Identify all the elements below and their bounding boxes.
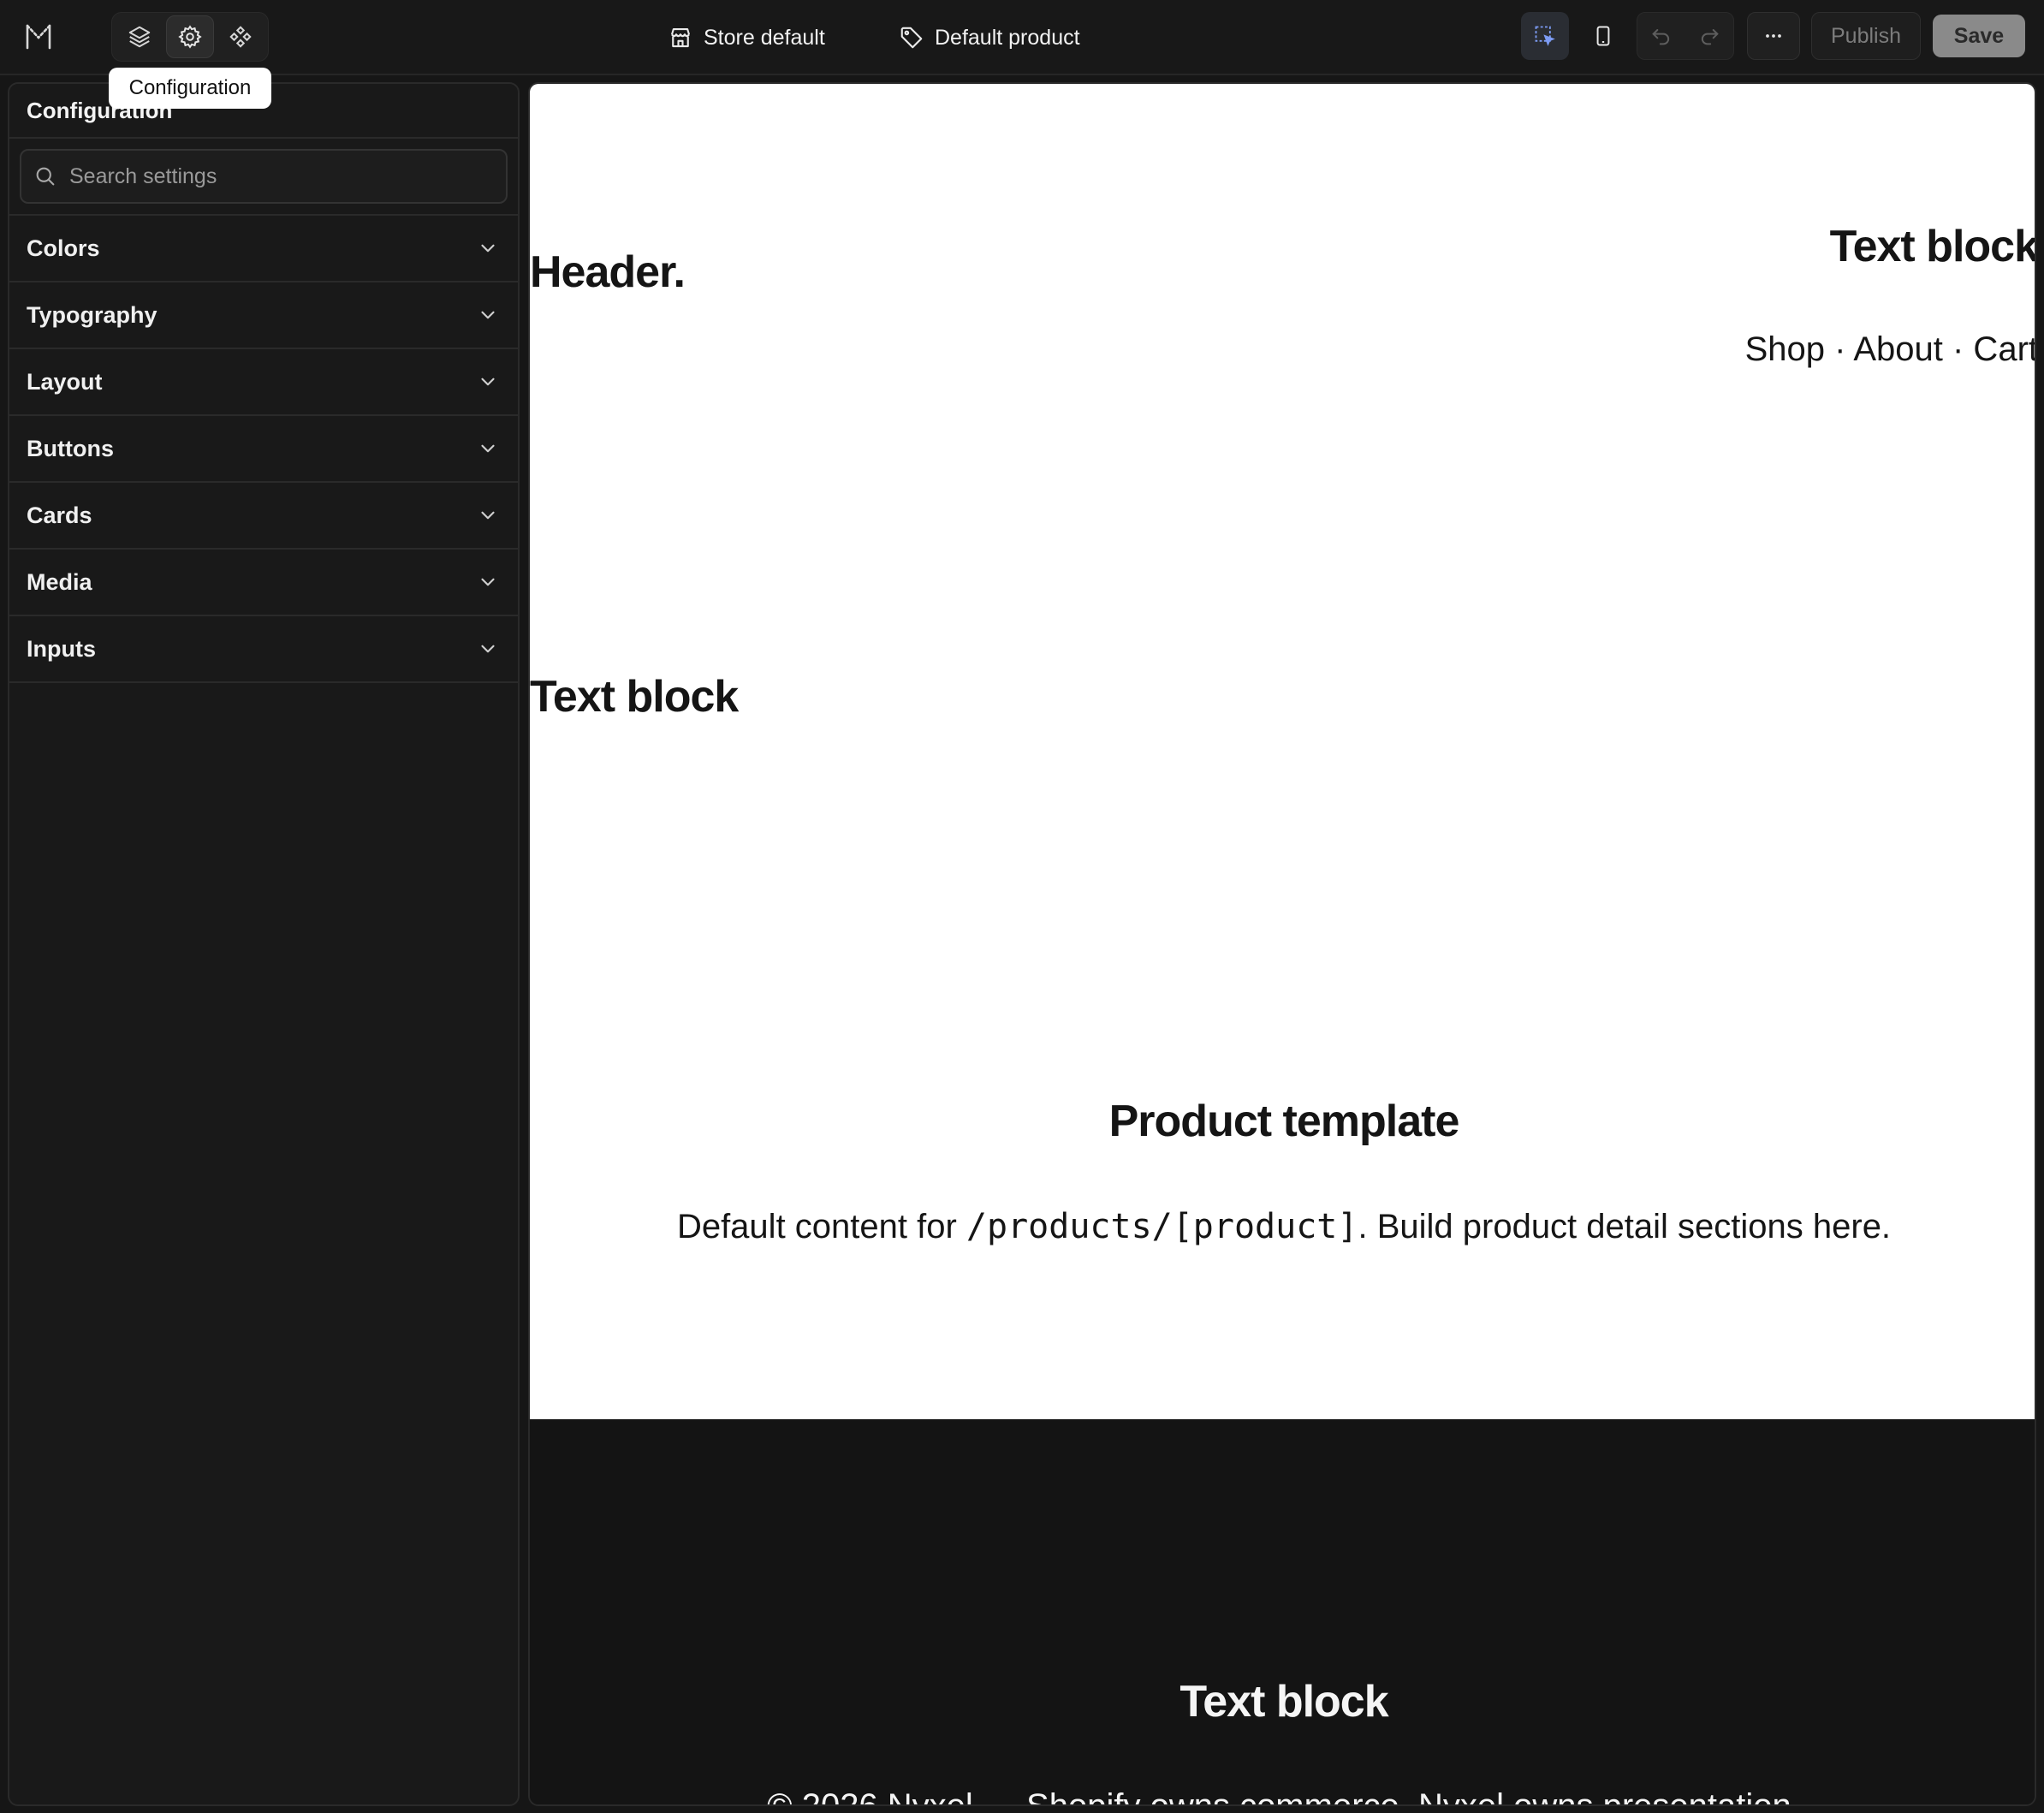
section-label: Layout — [27, 368, 103, 395]
section-label: Cards — [27, 502, 92, 528]
header-text-block[interactable]: Text block — [1830, 221, 2035, 272]
save-button[interactable]: Save — [1933, 15, 2025, 57]
section-inputs[interactable]: Inputs — [9, 616, 518, 683]
configuration-tooltip: Configuration — [109, 68, 271, 109]
search-icon — [36, 167, 55, 186]
chevron-down-icon — [481, 578, 495, 586]
footer-text-block[interactable]: Text block — [530, 1676, 2035, 1727]
section-label: Colors — [27, 235, 100, 261]
section-cards[interactable]: Cards — [9, 483, 518, 550]
preview-canvas: Header. Text block Shop · About · Cart T… — [528, 82, 2036, 1806]
section-colors[interactable]: Colors — [9, 216, 518, 282]
undo-icon — [1652, 29, 1670, 45]
preview-page: Header. Text block Shop · About · Cart T… — [530, 84, 2035, 1419]
section-label: Media — [27, 568, 92, 595]
right-toolbar: Publish Save — [0, 12, 2044, 62]
footer-copyright[interactable]: © 2026 Nyxel — Shopify owns commerce, Ny… — [530, 1787, 2035, 1804]
select-tool-button[interactable] — [1521, 12, 1569, 60]
chevron-down-icon — [481, 645, 495, 653]
section-media[interactable]: Media — [9, 550, 518, 616]
search-input[interactable] — [69, 163, 480, 189]
more-options-button[interactable] — [1747, 12, 1800, 60]
section-typography[interactable]: Typography — [9, 282, 518, 349]
header-title[interactable]: Header. — [530, 247, 686, 298]
configuration-panel: Configuration Colors Typography Layout B… — [8, 82, 520, 1806]
product-template-description[interactable]: Default content for /products/[product].… — [530, 1207, 2035, 1246]
undo-button[interactable] — [1637, 12, 1685, 60]
chevron-down-icon — [481, 244, 495, 253]
chevron-down-icon — [481, 444, 495, 453]
top-bar: Store default Default product Publish Sa… — [0, 0, 2044, 75]
preview-footer: Text block © 2026 Nyxel — Shopify owns c… — [530, 1419, 2035, 1804]
redo-icon — [1701, 29, 1719, 45]
search-wrapper — [9, 139, 518, 216]
publish-button[interactable]: Publish — [1811, 12, 1921, 60]
body-text-block[interactable]: Text block — [530, 671, 739, 722]
section-label: Buttons — [27, 435, 114, 461]
chevron-down-icon — [481, 311, 495, 319]
desc-text-before: Default content for — [676, 1208, 966, 1245]
search-box — [20, 149, 508, 204]
mobile-preview-button[interactable] — [1579, 12, 1627, 60]
header-nav[interactable]: Shop · About · Cart — [1745, 330, 2035, 369]
section-layout[interactable]: Layout — [9, 349, 518, 416]
phone-icon — [1596, 26, 1610, 46]
desc-text-after: . Build product detail sections here. — [1358, 1208, 1892, 1245]
history-group — [1637, 12, 1734, 60]
select-cursor-icon — [1535, 26, 1555, 46]
section-buttons[interactable]: Buttons — [9, 416, 518, 483]
section-label: Typography — [27, 301, 157, 328]
chevron-down-icon — [481, 511, 495, 520]
redo-button[interactable] — [1685, 12, 1733, 60]
chevron-down-icon — [481, 377, 495, 386]
desc-route-code: /products/[product] — [966, 1207, 1358, 1246]
more-horizontal-icon — [1766, 34, 1781, 38]
product-template-title[interactable]: Product template — [530, 1096, 2035, 1147]
section-label: Inputs — [27, 635, 96, 662]
